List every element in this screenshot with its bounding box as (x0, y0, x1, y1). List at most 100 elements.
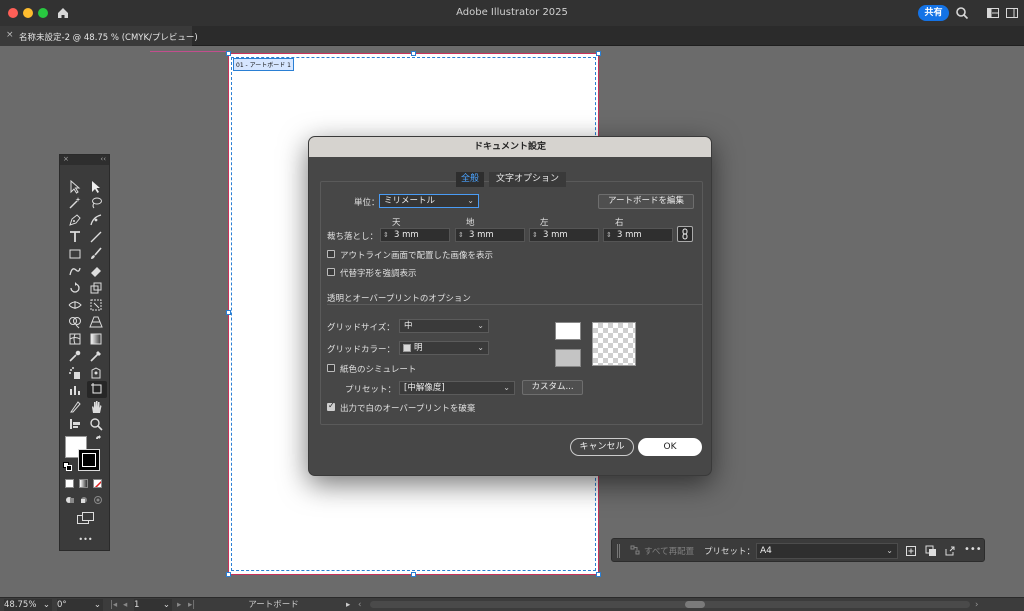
artboard-preset-select[interactable]: A4 ⌄ (756, 543, 898, 559)
add-artboard-icon[interactable] (905, 545, 917, 557)
next-artboard-icon[interactable]: ▸ (177, 599, 181, 611)
mesh-tool-icon[interactable] (68, 332, 84, 346)
horizontal-scrollbar[interactable] (370, 601, 970, 608)
shape-builder-tool-icon[interactable] (68, 315, 84, 329)
gradient-mode-icon[interactable] (79, 479, 88, 488)
eraser-tool-icon[interactable] (89, 264, 105, 278)
more-options-icon[interactable]: ••• (964, 544, 982, 555)
stepper-icon[interactable]: ⇕ (458, 229, 464, 241)
collapse-panel-icon[interactable]: ‹‹ (100, 155, 106, 163)
rotate-tool-icon[interactable] (68, 281, 84, 295)
puppet-warp-tool-icon[interactable] (89, 366, 105, 380)
screen-mode-icon[interactable] (77, 512, 94, 524)
column-graph-tool-icon[interactable] (68, 383, 84, 397)
pen-tool-icon[interactable] (68, 213, 84, 227)
artboard-handle[interactable] (596, 572, 601, 577)
units-select[interactable]: ミリメートル ⌄ (379, 194, 479, 208)
shaper-tool-icon[interactable] (68, 264, 84, 278)
blend-tool-icon[interactable] (89, 349, 105, 363)
grid-color-select[interactable]: 明 ⌄ (399, 341, 489, 355)
draw-inside-icon[interactable] (93, 495, 103, 505)
preset-select[interactable]: [中解像度] ⌄ (399, 381, 515, 395)
color-mode-icon[interactable] (65, 479, 74, 488)
artboard-handle[interactable] (226, 572, 231, 577)
show-images-outline-checkbox[interactable] (327, 250, 335, 258)
width-tool-icon[interactable] (68, 298, 84, 312)
close-panel-icon[interactable]: × (63, 155, 69, 163)
tab-type-options[interactable]: 文字オプション (489, 172, 566, 187)
slice-tool-icon[interactable] (68, 400, 84, 414)
stepper-icon[interactable]: ⇕ (606, 229, 612, 241)
grid-color-dark-swatch[interactable] (555, 349, 581, 367)
curvature-tool-icon[interactable] (89, 213, 105, 227)
edit-toolbar-button[interactable]: ••• (60, 535, 111, 544)
workspace-layout-icon[interactable] (987, 8, 999, 18)
grid-color-light-swatch[interactable] (555, 322, 581, 340)
discard-white-overprint-checkbox[interactable] (327, 401, 335, 411)
document-tab[interactable]: × 名称未設定-2 @ 48.75 % (CMYK/プレビュー) (0, 26, 198, 46)
tools-panel-header[interactable]: × ‹‹ (60, 155, 109, 165)
status-menu-icon[interactable]: ▸ (346, 599, 350, 611)
panel-toggle-icon[interactable] (1006, 8, 1018, 18)
ok-button[interactable]: OK (638, 438, 702, 456)
bleed-right-input[interactable]: ⇕ 3 mm (603, 228, 673, 242)
scrollbar-thumb[interactable] (685, 601, 705, 608)
magic-wand-tool-icon[interactable] (68, 196, 84, 210)
highlight-glyphs-checkbox[interactable] (327, 268, 335, 276)
artboard-handle[interactable] (411, 572, 416, 577)
edit-artboards-button[interactable]: アートボードを編集 (598, 194, 694, 209)
draw-normal-icon[interactable] (65, 495, 75, 505)
free-transform-tool-icon[interactable] (89, 298, 105, 312)
artboard-handle[interactable] (596, 51, 601, 56)
artboard-number-field[interactable]: 1 ⌄ (134, 599, 172, 611)
export-artboard-icon[interactable] (944, 545, 956, 557)
artboard-tool-icon[interactable] (87, 381, 107, 398)
swap-fill-stroke-icon[interactable] (95, 435, 104, 444)
scroll-left-icon[interactable]: ‹ (358, 599, 361, 611)
bleed-bottom-input[interactable]: ⇕ 3 mm (455, 228, 525, 242)
none-mode-icon[interactable] (93, 479, 102, 488)
artboard-label[interactable]: 01 - アートボード 1 (233, 58, 294, 71)
rearrange-all-button[interactable]: すべて再配置 (644, 545, 694, 557)
simulate-paper-checkbox[interactable] (327, 364, 335, 372)
search-icon[interactable] (955, 6, 969, 20)
gradient-tool-icon[interactable] (89, 332, 105, 346)
artboard-handle[interactable] (411, 51, 416, 56)
artboard-handle[interactable] (226, 310, 231, 315)
direct-selection-tool-icon[interactable] (89, 180, 105, 194)
stepper-icon[interactable]: ⇕ (383, 229, 389, 241)
draw-behind-icon[interactable] (79, 495, 89, 505)
custom-button[interactable]: カスタム... (522, 380, 583, 395)
zoom-level-field[interactable]: 48.75% ⌄ (4, 599, 52, 611)
drag-handle[interactable] (617, 544, 620, 558)
link-bleed-icon[interactable] (677, 226, 693, 242)
line-segment-tool-icon[interactable] (89, 230, 105, 244)
default-fill-stroke-icon[interactable] (63, 462, 72, 471)
first-artboard-icon[interactable]: |◂ (110, 599, 117, 611)
tab-general[interactable]: 全般 (456, 172, 484, 187)
rotation-field[interactable]: 0° ⌄ (57, 599, 103, 611)
cancel-button[interactable]: キャンセル (570, 438, 634, 456)
selection-tool-icon[interactable] (68, 179, 84, 194)
type-tool-icon[interactable] (68, 230, 84, 244)
last-artboard-icon[interactable]: ▸| (188, 599, 195, 611)
close-tab-icon[interactable]: × (6, 30, 14, 40)
stepper-icon[interactable]: ⇕ (532, 229, 538, 241)
bleed-top-input[interactable]: ⇕ 3 mm (380, 228, 450, 242)
previous-artboard-icon[interactable]: ◂ (123, 599, 127, 611)
perspective-grid-tool-icon[interactable] (89, 315, 105, 329)
scale-tool-icon[interactable] (89, 281, 105, 295)
eyedropper-tool-icon[interactable] (68, 349, 84, 363)
grid-size-select[interactable]: 中 ⌄ (399, 319, 489, 333)
hand-tool-icon[interactable] (89, 400, 105, 414)
zoom-tool-icon[interactable] (89, 417, 105, 431)
paintbrush-tool-icon[interactable] (89, 247, 105, 261)
stroke-color-swatch[interactable] (78, 449, 100, 471)
share-button[interactable]: 共有 (918, 5, 949, 21)
symbol-sprayer-tool-icon[interactable] (68, 366, 84, 380)
duplicate-artboard-icon[interactable] (925, 545, 937, 557)
print-tiling-tool-icon[interactable] (68, 417, 84, 431)
rectangle-tool-icon[interactable] (68, 247, 84, 261)
artboard-handle[interactable] (226, 51, 231, 56)
lasso-tool-icon[interactable] (89, 196, 105, 210)
